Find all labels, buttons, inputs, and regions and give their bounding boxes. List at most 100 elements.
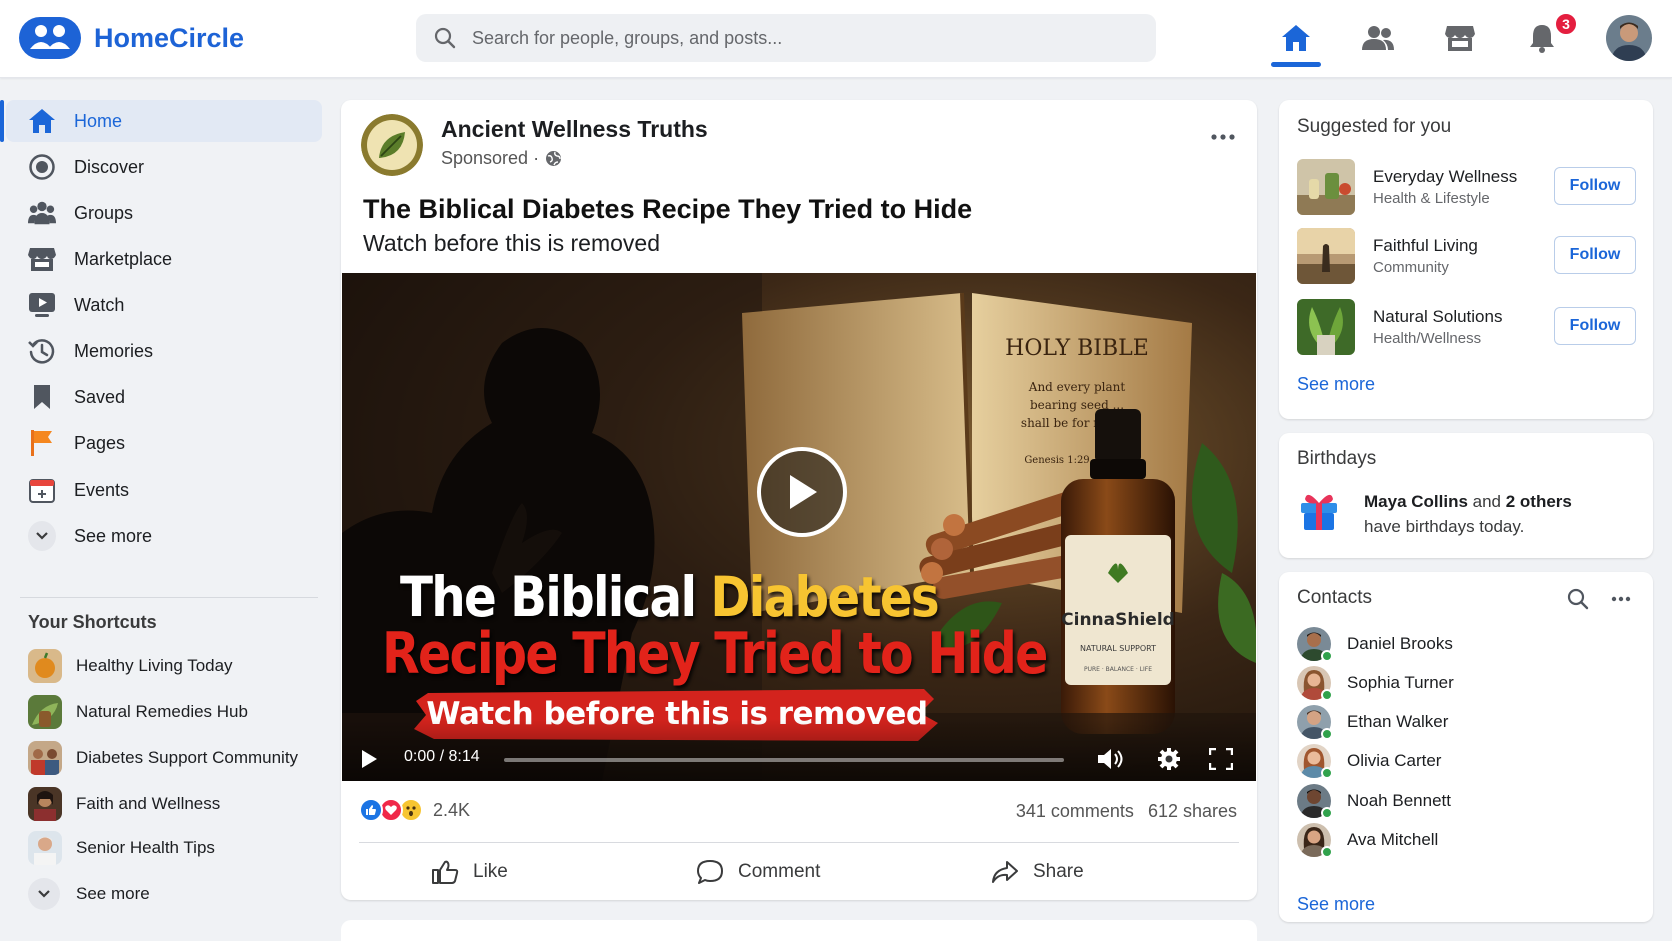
post-options-button[interactable] — [1203, 122, 1243, 152]
shortcut-thumbnail — [28, 695, 62, 729]
share-button[interactable]: Share — [991, 852, 1084, 892]
birthday-text: Maya Collins and 2 others have birthdays … — [1364, 492, 1572, 536]
suggested-card: Suggested for you Everyday Wellness Heal… — [1279, 100, 1653, 419]
search-icon[interactable] — [1567, 588, 1589, 610]
online-indicator — [1321, 767, 1333, 779]
contact-name: Noah Bennett — [1347, 791, 1451, 810]
sidebar-item-watch[interactable]: Watch — [6, 284, 322, 326]
shortcut-thumbnail — [28, 741, 62, 775]
shortcut-label: Diabetes Support Community — [76, 748, 299, 767]
sidebar-divider — [20, 597, 318, 598]
gift-icon — [1299, 487, 1339, 531]
clock-history-icon — [28, 337, 56, 365]
share-label: Share — [1033, 861, 1084, 882]
shortcut-label: Faith and Wellness — [76, 794, 221, 813]
settings-gear-icon[interactable] — [1157, 747, 1181, 771]
shortcut-faith-and-wellness[interactable]: Faith and Wellness — [28, 786, 220, 822]
sidebar-item-label: Pages — [74, 432, 126, 453]
bell-icon — [1530, 25, 1554, 53]
contact-name: Olivia Carter — [1347, 751, 1442, 770]
contact-item[interactable]: Sophia Turner — [1297, 665, 1454, 701]
shortcut-label: Natural Remedies Hub — [76, 702, 248, 721]
sidebar-item-events[interactable]: Events — [6, 469, 322, 511]
sidebar-see-more-button[interactable]: See more — [6, 515, 322, 557]
page-avatar[interactable] — [361, 114, 423, 176]
volume-icon[interactable] — [1096, 747, 1124, 771]
video-time: 0:00 / 8:14 — [404, 748, 480, 765]
sponsored-text: Sponsored · — [441, 148, 540, 168]
online-indicator — [1321, 689, 1333, 701]
suggested-see-more-link[interactable]: See more — [1297, 374, 1375, 395]
suggested-name: Faithful Living — [1373, 236, 1478, 255]
suggested-category: Health & Lifestyle — [1373, 190, 1490, 207]
contact-item[interactable]: Daniel Brooks — [1297, 626, 1453, 662]
chevron-down-icon — [28, 521, 56, 551]
suggested-item[interactable]: Natural Solutions Health/Wellness Follow — [1297, 299, 1637, 355]
shortcuts-heading: Your Shortcuts — [28, 612, 157, 632]
sidebar-item-memories[interactable]: Memories — [6, 330, 322, 372]
birthday-others[interactable]: 2 others — [1506, 492, 1572, 511]
contact-name: Sophia Turner — [1347, 673, 1454, 692]
follow-button[interactable]: Follow — [1554, 167, 1636, 205]
bookmark-icon — [28, 383, 56, 411]
shortcut-natural-remedies-hub[interactable]: Natural Remedies Hub — [28, 694, 248, 730]
play-screen-icon — [28, 291, 56, 319]
more-horizontal-icon[interactable] — [1611, 596, 1631, 602]
suggested-category: Community — [1373, 259, 1449, 276]
comment-label: Comment — [738, 861, 821, 882]
friends-icon — [1362, 26, 1394, 50]
sidebar-item-groups[interactable]: Groups — [6, 192, 322, 234]
play-icon[interactable] — [360, 749, 378, 769]
contact-item[interactable]: Ethan Walker — [1297, 704, 1448, 740]
birthdays-card: Birthdays Maya Collins and 2 others have … — [1279, 433, 1653, 558]
share-arrow-icon — [992, 861, 1018, 883]
sidebar-item-label: Saved — [74, 386, 126, 407]
suggested-item[interactable]: Faithful Living Community Follow — [1297, 228, 1637, 284]
shortcut-label: Healthy Living Today — [76, 656, 233, 675]
contact-item[interactable]: Ava Mitchell — [1297, 822, 1438, 858]
avatar — [1297, 666, 1333, 701]
follow-button[interactable]: Follow — [1554, 307, 1636, 345]
homecircle-logo-icon[interactable] — [19, 17, 81, 59]
profile-avatar[interactable] — [1606, 15, 1652, 61]
comments-count[interactable]: 341 comments — [1016, 801, 1134, 822]
sidebar-item-pages[interactable]: Pages — [6, 422, 322, 464]
shortcuts-see-more-button[interactable]: See more — [28, 876, 150, 912]
follow-button[interactable]: Follow — [1554, 236, 1636, 274]
search-bar[interactable] — [416, 14, 1156, 62]
contacts-see-more-link[interactable]: See more — [1297, 894, 1375, 915]
brand-name[interactable]: HomeCircle — [94, 23, 244, 54]
reaction-summary[interactable]: 2.4K — [359, 798, 470, 822]
online-indicator — [1321, 807, 1333, 819]
sidebar-item-label: Memories — [74, 340, 154, 361]
online-indicator — [1321, 650, 1333, 662]
post-actions-divider — [359, 842, 1239, 843]
video-progress-bar[interactable] — [504, 758, 1064, 762]
sidebar-item-discover[interactable]: Discover — [6, 146, 322, 188]
nav-marketplace-button[interactable] — [1428, 14, 1492, 62]
shares-count[interactable]: 612 shares — [1148, 801, 1237, 822]
contacts-card: Contacts Daniel Brooks Sophia Turner Eth… — [1279, 572, 1653, 922]
video-player[interactable]: HOLY BIBLE And every plant bearing seed … — [342, 273, 1256, 781]
online-indicator — [1321, 728, 1333, 740]
contact-item[interactable]: Noah Bennett — [1297, 783, 1451, 819]
comment-button[interactable]: Comment — [696, 852, 820, 892]
fullscreen-icon[interactable] — [1209, 748, 1233, 770]
video-play-button[interactable] — [757, 447, 847, 537]
nav-friends-button[interactable] — [1346, 14, 1410, 62]
birthday-name[interactable]: Maya Collins — [1364, 492, 1468, 511]
page-name[interactable]: Ancient Wellness Truths — [441, 116, 708, 143]
shortcut-diabetes-support-community[interactable]: Diabetes Support Community — [28, 740, 298, 776]
nav-home-button[interactable] — [1264, 14, 1328, 62]
sidebar-item-home[interactable]: Home — [0, 100, 322, 142]
shortcut-thumbnail — [28, 831, 62, 865]
suggested-item[interactable]: Everyday Wellness Health & Lifestyle Fol… — [1297, 159, 1637, 215]
sidebar-item-saved[interactable]: Saved — [6, 376, 322, 418]
sponsored-post: Ancient Wellness Truths Sponsored · The … — [341, 100, 1257, 900]
sidebar-item-marketplace[interactable]: Marketplace — [6, 238, 322, 280]
shortcut-senior-health-tips[interactable]: Senior Health Tips — [28, 830, 215, 866]
contact-item[interactable]: Olivia Carter — [1297, 743, 1441, 779]
search-input[interactable] — [472, 14, 1132, 62]
like-button[interactable]: Like — [431, 852, 508, 892]
shortcut-healthy-living-today[interactable]: Healthy Living Today — [28, 648, 233, 684]
